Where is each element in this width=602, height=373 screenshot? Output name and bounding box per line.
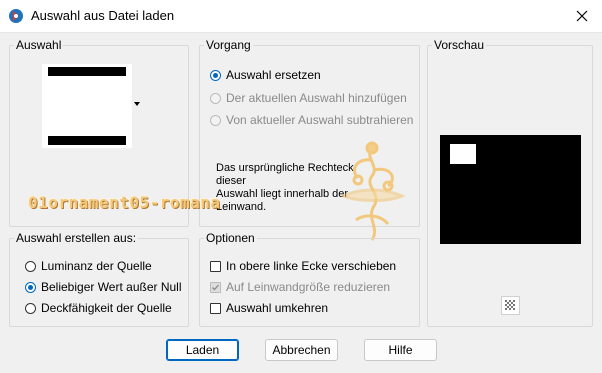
preview-selection-rect bbox=[450, 144, 476, 164]
radio-label: Von aktueller Auswahl subtrahieren bbox=[226, 113, 414, 127]
close-icon bbox=[576, 10, 588, 22]
optionen-group-label: Optionen bbox=[204, 231, 257, 245]
erstellen-group-label: Auswahl erstellen aus: bbox=[14, 231, 139, 245]
radio-auswahl-hinzufuegen[interactable]: Der aktuellen Auswahl hinzufügen bbox=[210, 91, 407, 105]
load-button[interactable]: Laden bbox=[166, 339, 239, 361]
checker-button[interactable] bbox=[501, 296, 520, 315]
selection-thumbnail-bottom-bar bbox=[48, 136, 126, 145]
help-button-label: Hilfe bbox=[388, 343, 413, 357]
radio-deckfaehigkeit[interactable]: Deckfähigkeit der Quelle bbox=[25, 301, 172, 315]
selection-file-picker[interactable] bbox=[42, 64, 132, 148]
radio-button[interactable] bbox=[210, 92, 221, 104]
checkerboard-icon bbox=[505, 300, 516, 311]
close-button[interactable] bbox=[562, 0, 602, 32]
radio-button[interactable] bbox=[25, 260, 36, 272]
watermark-text: 01ornament05-romana bbox=[28, 193, 221, 212]
radio-luminanz[interactable]: Luminanz der Quelle bbox=[25, 259, 152, 273]
title-bar: Auswahl aus Datei laden bbox=[0, 0, 602, 33]
dropdown-arrow-icon[interactable] bbox=[134, 102, 140, 106]
selection-thumbnail-top-bar bbox=[48, 67, 126, 76]
vorschau-group-label: Vorschau bbox=[432, 38, 487, 52]
radio-beliebiger-wert[interactable]: Beliebiger Wert außer Null bbox=[25, 280, 182, 294]
radio-button[interactable] bbox=[210, 69, 221, 81]
checkbox-label: In obere linke Ecke verschieben bbox=[226, 259, 397, 273]
checkbox[interactable] bbox=[210, 260, 221, 272]
ornament-watermark-graphic bbox=[340, 141, 406, 241]
cancel-button[interactable]: Abbrechen bbox=[265, 339, 338, 361]
vorgang-group-label: Vorgang bbox=[204, 38, 253, 52]
radio-button[interactable] bbox=[25, 281, 36, 293]
cancel-button-label: Abbrechen bbox=[272, 343, 331, 357]
window-title: Auswahl aus Datei laden bbox=[31, 8, 175, 23]
checkbox[interactable] bbox=[210, 302, 221, 314]
radio-button[interactable] bbox=[210, 114, 221, 126]
preview-canvas bbox=[440, 135, 581, 244]
checkbox-label: Auf Leinwandgröße reduzieren bbox=[226, 280, 391, 294]
check-auswahl-umkehren[interactable]: Auswahl umkehren bbox=[210, 301, 328, 315]
auswahl-group-label: Auswahl bbox=[14, 38, 64, 52]
check-obere-linke-ecke[interactable]: In obere linke Ecke verschieben bbox=[210, 259, 396, 273]
checkbox[interactable] bbox=[210, 281, 221, 293]
radio-auswahl-ersetzen[interactable]: Auswahl ersetzen bbox=[210, 68, 321, 82]
checkbox-label: Auswahl umkehren bbox=[226, 301, 329, 315]
help-button[interactable]: Hilfe bbox=[364, 339, 437, 361]
radio-auswahl-subtrahieren[interactable]: Von aktueller Auswahl subtrahieren bbox=[210, 113, 413, 127]
radio-label: Der aktuellen Auswahl hinzufügen bbox=[226, 91, 407, 105]
radio-label: Auswahl ersetzen bbox=[226, 68, 321, 82]
radio-label: Luminanz der Quelle bbox=[41, 259, 152, 273]
radio-label: Deckfähigkeit der Quelle bbox=[41, 301, 172, 315]
paintshop-icon bbox=[9, 9, 23, 23]
radio-label: Beliebiger Wert außer Null bbox=[41, 280, 182, 294]
checkmark-icon bbox=[212, 284, 219, 290]
check-leinwandgroesse[interactable]: Auf Leinwandgröße reduzieren bbox=[210, 280, 390, 294]
load-button-label: Laden bbox=[185, 343, 220, 357]
radio-button[interactable] bbox=[25, 302, 36, 314]
